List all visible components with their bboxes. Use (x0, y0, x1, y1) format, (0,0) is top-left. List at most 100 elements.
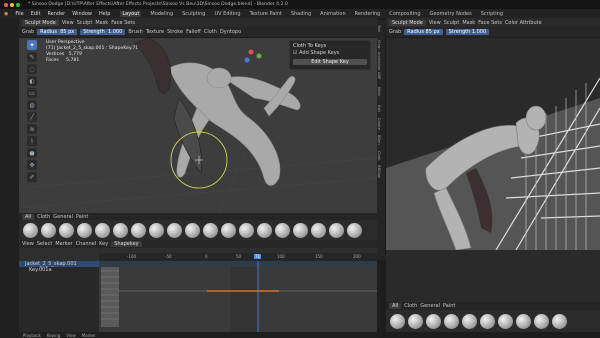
brush-preset-2-icon[interactable] (41, 222, 56, 238)
menu-render[interactable]: Render (47, 11, 65, 17)
brush-preset-19-icon[interactable] (347, 222, 362, 238)
blender-logo-icon[interactable]: ◉ (4, 11, 8, 17)
right-brush-5-icon[interactable] (462, 313, 477, 329)
mode-selector[interactable]: Sculpt Mode (22, 19, 59, 26)
right-radius-field[interactable]: Radius 85 px (404, 29, 443, 35)
side-tab-cloth[interactable]: Cloth (377, 148, 381, 164)
header-menu-view[interactable]: View (62, 20, 74, 26)
brush-preset-15-icon[interactable] (275, 222, 290, 238)
workspace-tab-compositing[interactable]: Compositing (389, 11, 420, 17)
minimize-window-icon[interactable] (10, 2, 14, 7)
maximize-window-icon[interactable] (16, 2, 20, 7)
header-menu-sculpt[interactable]: Sculpt (77, 20, 93, 26)
lasso-icon[interactable]: ◍ (27, 100, 37, 110)
menu-file[interactable]: File (15, 11, 23, 17)
right-menu-mask[interactable]: Mask (462, 20, 475, 26)
draw-brush-icon[interactable]: ✎ (27, 52, 37, 62)
ds-menu-view[interactable]: View (22, 241, 34, 247)
right-brush-tab-general[interactable]: General (420, 303, 440, 309)
channel-row[interactable]: Key.001a (19, 267, 99, 273)
radius-field[interactable]: Radius 85 px (37, 29, 78, 35)
side-tab-mesh[interactable]: Mesh (377, 84, 381, 100)
brush-preset-3-icon[interactable] (59, 222, 74, 238)
right-brush-tab-paint[interactable]: Paint (443, 303, 455, 309)
line-project-icon[interactable]: ╱ (27, 112, 37, 122)
side-tab-tool[interactable]: Tool (377, 20, 381, 36)
brush-preset-4-icon[interactable] (77, 222, 92, 238)
side-tab-animation[interactable]: Animation (377, 52, 381, 70)
right-active-tool[interactable]: Grab (389, 29, 401, 35)
right-brush-8-icon[interactable] (516, 313, 531, 329)
brush-tab-cloth[interactable]: Cloth (37, 214, 50, 220)
brush-preset-13-icon[interactable] (239, 222, 254, 238)
menu-help[interactable]: Help (99, 11, 110, 17)
brush-preset-12-icon[interactable] (221, 222, 236, 238)
transform-icon[interactable]: ✥ (27, 160, 37, 170)
side-tab-view[interactable]: View (377, 36, 381, 52)
right-brush-10-icon[interactable] (552, 313, 567, 329)
view-menu[interactable]: View (66, 333, 76, 338)
workspace-tab-geometry-nodes[interactable]: Geometry Nodes (430, 11, 472, 17)
brush-preset-9-icon[interactable] (167, 222, 182, 238)
brush-tab-general[interactable]: General (53, 214, 73, 220)
brush-preset-6-icon[interactable] (113, 222, 128, 238)
ds-menu-select[interactable]: Select (37, 241, 52, 247)
falloff-menu[interactable]: Falloff (186, 29, 201, 35)
workspace-tab-modeling[interactable]: Modeling (150, 11, 173, 17)
brush-preset-17-icon[interactable] (311, 222, 326, 238)
brush-preset-14-icon[interactable] (257, 222, 272, 238)
right-3d-viewport[interactable] (386, 38, 600, 250)
workspace-tab-shading[interactable]: Shading (291, 11, 311, 17)
add-shape-keys-checkbox[interactable]: ☑ Add Shape Keys (293, 50, 367, 56)
workspace-tab-sculpting[interactable]: Sculpting (182, 11, 205, 17)
right-brush-6-icon[interactable] (480, 313, 495, 329)
ds-menu-key[interactable]: Key (99, 241, 108, 247)
cloth-menu[interactable]: Cloth (204, 29, 217, 35)
workspace-tab-scripting[interactable]: Scripting (481, 11, 503, 17)
right-brush-9-icon[interactable] (534, 313, 549, 329)
strength-field[interactable]: Strength 1.000 (80, 29, 126, 35)
right-brush-4-icon[interactable] (444, 313, 459, 329)
menu-edit[interactable]: Edit (31, 11, 41, 17)
stroke-menu[interactable]: Stroke (167, 29, 183, 35)
right-brush-tab-cloth[interactable]: Cloth (404, 303, 417, 309)
close-window-icon[interactable] (4, 2, 8, 7)
mesh-filter-icon[interactable]: ≋ (27, 124, 37, 134)
right-brush-1-icon[interactable] (390, 313, 405, 329)
right-menu-sculpt[interactable]: Sculpt (444, 20, 460, 26)
right-menu-view[interactable]: View (429, 20, 441, 26)
brush-tab-paint[interactable]: Paint (76, 214, 88, 220)
cloth-filter-icon[interactable]: ⌇ (27, 136, 37, 146)
box-mask-icon[interactable]: ▭ (27, 88, 37, 98)
right-strength-field[interactable]: Strength 1.000 (445, 29, 490, 35)
header-menu-mask[interactable]: Mask (95, 20, 108, 26)
workspace-tab-rendering[interactable]: Rendering (355, 11, 381, 17)
right-brush-2-icon[interactable] (408, 313, 423, 329)
workspace-tab-layout[interactable]: Layout (120, 10, 142, 17)
brush-preset-16-icon[interactable] (293, 222, 308, 238)
ds-menu-channel[interactable]: Channel (76, 241, 97, 247)
brush-menu[interactable]: Brush (128, 29, 142, 35)
side-tab-create[interactable]: Create (377, 116, 381, 132)
workspace-tab-texture-paint[interactable]: Texture Paint (250, 11, 282, 17)
workspace-tab-animation[interactable]: Animation (320, 11, 346, 17)
current-frame-indicator[interactable]: 71 (254, 254, 262, 259)
grab-brush-icon[interactable]: ✦ (27, 40, 37, 50)
side-tab-arp[interactable]: ARP (377, 68, 381, 84)
playback-menu[interactable]: Playback (23, 333, 41, 338)
workspace-tab-uv-editing[interactable]: UV Editing (214, 11, 240, 17)
brush-preset-1-icon[interactable] (23, 222, 38, 238)
brush-preset-18-icon[interactable] (329, 222, 344, 238)
brush-tab-all[interactable]: All (22, 213, 35, 220)
edit-shape-key-button[interactable]: Edit Shape Key (293, 59, 367, 65)
mask-brush-icon[interactable]: ◐ (27, 76, 37, 86)
menu-window[interactable]: Window (72, 11, 92, 17)
active-tool-name[interactable]: Grab (22, 29, 34, 35)
side-tab-edit[interactable]: Edit (377, 100, 381, 116)
texture-menu[interactable]: Texture (146, 29, 164, 35)
side-tab-rbdlab[interactable]: RBDlab (377, 164, 381, 180)
brush-preset-10-icon[interactable] (185, 222, 200, 238)
right-menu-face-sets[interactable]: Face Sets (478, 20, 502, 26)
color-filter-icon[interactable]: ● (27, 148, 37, 158)
brush-preset-7-icon[interactable] (131, 222, 146, 238)
